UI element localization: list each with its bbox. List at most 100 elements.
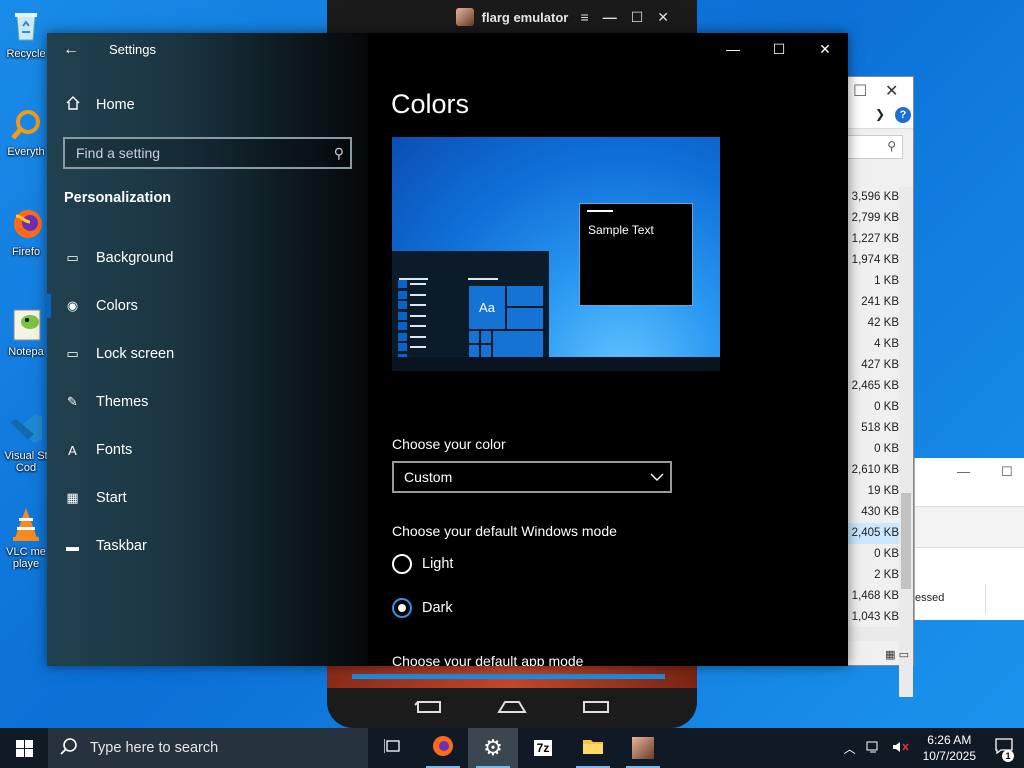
home-icon xyxy=(65,95,82,115)
close-icon[interactable]: ✕ xyxy=(885,81,898,101)
back-arrow-icon[interactable]: ← xyxy=(63,41,79,59)
minimize-button[interactable]: — xyxy=(710,33,756,66)
desktop-icon-vlc[interactable]: VLC me playe xyxy=(0,506,52,570)
folder-icon xyxy=(582,737,604,760)
preview-list-line xyxy=(398,300,426,311)
gear-icon: ⚙ xyxy=(483,735,503,760)
nav-item-fonts[interactable]: A Fonts xyxy=(47,426,368,474)
horizontal-scrollbar[interactable] xyxy=(847,627,899,641)
radio-circle[interactable] xyxy=(392,598,412,618)
preview-list-line xyxy=(398,311,426,322)
clock[interactable]: 6:26 AM 10/7/2025 xyxy=(915,732,984,764)
preview-list-line xyxy=(398,342,426,353)
minimize-button[interactable]: — xyxy=(603,9,617,26)
recents-nav-icon[interactable] xyxy=(582,698,610,719)
close-button[interactable]: ✕ xyxy=(802,33,848,66)
find-setting-input[interactable]: Find a setting ⚲ xyxy=(63,137,352,169)
help-icon[interactable]: ? xyxy=(895,107,911,123)
7zip-icon: 7z xyxy=(533,740,553,756)
desktop-icon-notepad[interactable]: Notepa xyxy=(0,306,52,358)
preview-list-line xyxy=(398,332,426,343)
nav-item-label: Lock screen xyxy=(96,346,175,362)
chevron-down-icon[interactable]: ❯ xyxy=(875,107,885,121)
desktop-icon-label: Recycle xyxy=(6,48,46,60)
radio-circle[interactable] xyxy=(392,554,412,574)
nav-item-start[interactable]: ▦ Start xyxy=(47,474,368,522)
emulator-progress-bar xyxy=(352,674,665,679)
nav-item-background[interactable]: ▭ Background xyxy=(47,234,368,282)
taskbar-flarg-emulator[interactable] xyxy=(618,728,668,768)
close-button[interactable]: ✕ xyxy=(657,9,669,26)
search-icon: ⚲ xyxy=(333,145,344,161)
desktop-icon-label-2: Cod xyxy=(15,462,37,474)
vertical-scrollbar[interactable] xyxy=(899,187,913,697)
desktop-icon-recycle-bin[interactable]: Recycle xyxy=(0,8,52,60)
windows-mode-label: Choose your default Windows mode xyxy=(392,523,617,539)
nav-item-colors[interactable]: ◉ Colors xyxy=(47,282,368,330)
nav-item-label: Fonts xyxy=(96,442,133,458)
start-button[interactable] xyxy=(0,728,48,768)
radio-dark[interactable]: Dark xyxy=(392,598,453,618)
find-setting-placeholder: Find a setting xyxy=(76,145,161,161)
emulator-app-icon xyxy=(632,737,654,759)
start-icon: ▦ xyxy=(66,490,79,505)
nav-item-themes[interactable]: ✎ Themes xyxy=(47,378,368,426)
nav-item-label: Start xyxy=(96,490,127,506)
nav-item-lock-screen[interactable]: ▭ Lock screen xyxy=(47,330,368,378)
view-toggle-icon[interactable]: ▦ ▭ xyxy=(885,648,909,661)
minimize-icon[interactable]: — xyxy=(957,464,970,479)
chevron-up-icon[interactable]: ︿ xyxy=(839,740,861,757)
nav-item-label: Taskbar xyxy=(96,538,147,554)
settings-titlebar[interactable]: ← Settings xyxy=(47,33,368,66)
settings-nav-pane: ← Settings Home Find a setting ⚲ Persona… xyxy=(47,33,368,666)
volume-muted-icon[interactable] xyxy=(887,740,915,757)
window-controls: — ☐ ✕ xyxy=(710,33,848,66)
file-explorer-window[interactable]: ☐ ✕ ❯ ? ⚲ 3,596 KB 2,799 KB 1,227 KB 1,974 … xyxy=(837,76,914,697)
clock-time: 6:26 AM xyxy=(927,733,972,747)
taskbar-firefox[interactable] xyxy=(418,728,468,768)
maximize-button[interactable]: ☐ xyxy=(631,9,644,26)
preview-window: Sample Text xyxy=(579,203,693,306)
task-view-button[interactable] xyxy=(368,728,418,768)
nav-home[interactable]: Home xyxy=(65,95,135,115)
choose-color-dropdown[interactable]: Custom xyxy=(392,461,672,493)
taskbar-search-box[interactable]: Type here to search xyxy=(48,728,368,768)
fonts-icon: A xyxy=(68,442,77,458)
settings-window[interactable]: ← Settings Home Find a setting ⚲ Persona… xyxy=(47,33,848,666)
page-title: Colors xyxy=(391,89,470,119)
emulator-titlebar[interactable]: flarg emulator ≡ — ☐ ✕ xyxy=(327,0,697,34)
palette-icon: ◉ xyxy=(66,298,79,313)
background-window[interactable]: — ☐ essed xyxy=(914,458,1024,620)
settings-content: — ☐ ✕ Colors Aa Sample Text Choose your … xyxy=(368,33,848,666)
scroll-thumb[interactable] xyxy=(901,493,911,589)
menu-icon[interactable]: ≡ xyxy=(581,9,589,26)
maximize-icon[interactable]: ☐ xyxy=(1001,464,1013,480)
network-icon[interactable] xyxy=(861,740,887,757)
home-nav-icon[interactable] xyxy=(497,698,527,719)
notification-center-button[interactable]: 1 xyxy=(984,738,1024,762)
background-window-titlebar: — ☐ xyxy=(915,458,1024,488)
preview-list-line xyxy=(398,279,426,290)
taskbar-file-explorer[interactable] xyxy=(568,728,618,768)
radio-light[interactable]: Light xyxy=(392,554,453,574)
preview-sample-text: Sample Text xyxy=(588,223,654,237)
taskbar-icon: ▬ xyxy=(66,538,79,554)
maximize-button[interactable]: ☐ xyxy=(756,33,802,66)
nav-item-taskbar[interactable]: ▬ Taskbar xyxy=(47,522,368,570)
taskbar-settings[interactable]: ⚙ xyxy=(468,728,518,768)
back-nav-icon[interactable] xyxy=(414,698,442,719)
desktop-icon-label: Firefo xyxy=(11,246,41,258)
background-icon: ▭ xyxy=(66,250,79,265)
desktop-icon-firefox[interactable]: Firefo xyxy=(0,206,52,258)
desktop-icon-vscode[interactable]: Visual St Cod xyxy=(0,410,52,474)
taskbar-7zip[interactable]: 7z xyxy=(518,728,568,768)
search-icon xyxy=(60,737,78,760)
taskbar-apps: ⚙ 7z xyxy=(368,728,668,768)
app-mode-label: Choose your default app mode xyxy=(392,653,584,666)
preview-taskbar xyxy=(392,357,720,371)
notification-count-badge: 1 xyxy=(1002,750,1014,762)
desktop-icon-everything[interactable]: Everyth xyxy=(0,106,52,158)
maximize-icon[interactable]: ☐ xyxy=(853,81,867,101)
vlc-icon xyxy=(8,506,44,542)
explorer-search-input[interactable]: ⚲ xyxy=(847,135,903,159)
